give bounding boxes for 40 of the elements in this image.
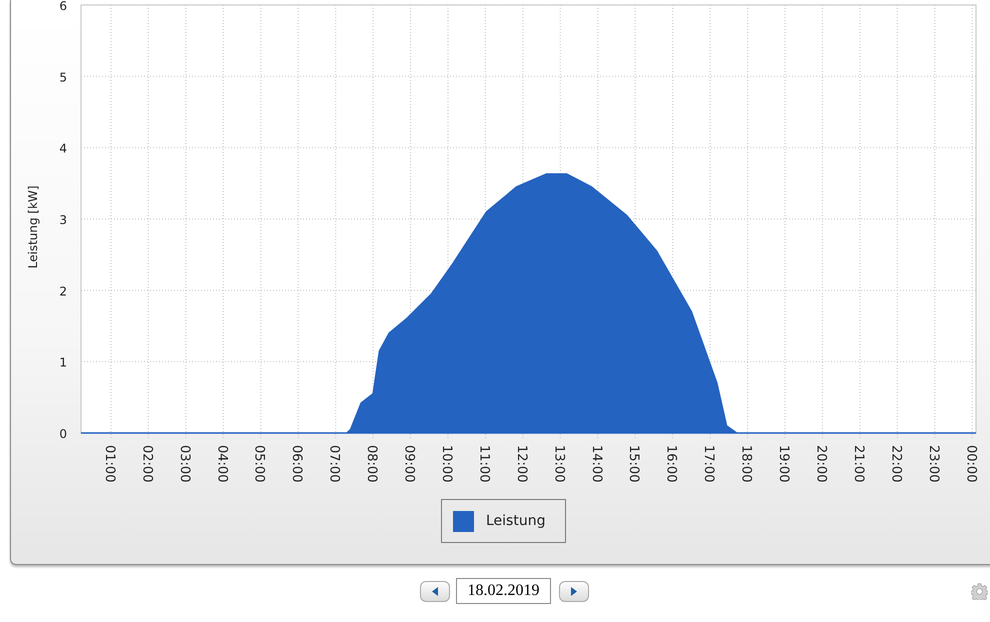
x-tick-label: 20:00 bbox=[813, 445, 828, 482]
x-tick-label: 04:00 bbox=[214, 445, 230, 482]
date-field[interactable]: 18.02.2019 bbox=[456, 578, 551, 604]
previous-day-button[interactable] bbox=[420, 580, 450, 602]
x-tick-label: 00:00 bbox=[963, 445, 978, 482]
x-tick-label: 05:00 bbox=[252, 445, 267, 482]
x-tick-label: 13:00 bbox=[551, 445, 566, 482]
y-tick-label: 5 bbox=[59, 70, 67, 84]
x-tick-label: 06:00 bbox=[289, 445, 304, 482]
x-tick-label: 21:00 bbox=[850, 445, 866, 482]
x-tick-label: 19:00 bbox=[776, 445, 792, 482]
x-tick-label: 08:00 bbox=[364, 445, 380, 482]
x-tick-label: 23:00 bbox=[926, 445, 941, 482]
gear-icon[interactable] bbox=[971, 582, 988, 600]
x-tick-label: 18:00 bbox=[738, 445, 754, 482]
y-tick-label: 1 bbox=[59, 356, 67, 370]
x-tick-label: 10:00 bbox=[438, 445, 454, 482]
y-tick-label: 6 bbox=[59, 0, 67, 13]
y-tick-label: 3 bbox=[59, 213, 67, 227]
x-tick-label: 03:00 bbox=[176, 445, 192, 482]
x-tick-label: 07:00 bbox=[326, 445, 342, 482]
y-axis-title: Leistung [kW] bbox=[26, 186, 40, 268]
x-tick-label: 02:00 bbox=[139, 445, 154, 482]
x-tick-label: 15:00 bbox=[626, 445, 642, 482]
x-tick-label: 09:00 bbox=[402, 445, 417, 482]
x-tick-label: 16:00 bbox=[664, 445, 679, 482]
x-tick-label: 12:00 bbox=[514, 445, 529, 482]
x-tick-label: 22:00 bbox=[888, 445, 904, 482]
x-tick-label: 17:00 bbox=[701, 445, 716, 482]
y-tick-label: 2 bbox=[59, 284, 67, 298]
y-tick-label: 0 bbox=[59, 427, 67, 441]
next-day-button[interactable] bbox=[559, 580, 589, 602]
x-tick-label: 01:00 bbox=[102, 445, 117, 482]
x-tick-label: 14:00 bbox=[588, 445, 604, 482]
legend-swatch bbox=[453, 510, 474, 532]
left-triangle-icon bbox=[432, 586, 438, 596]
y-tick-label: 4 bbox=[59, 142, 67, 156]
x-tick-label: 11:00 bbox=[476, 445, 492, 482]
right-triangle-icon bbox=[571, 586, 577, 596]
legend-label: Leistung bbox=[486, 513, 546, 529]
